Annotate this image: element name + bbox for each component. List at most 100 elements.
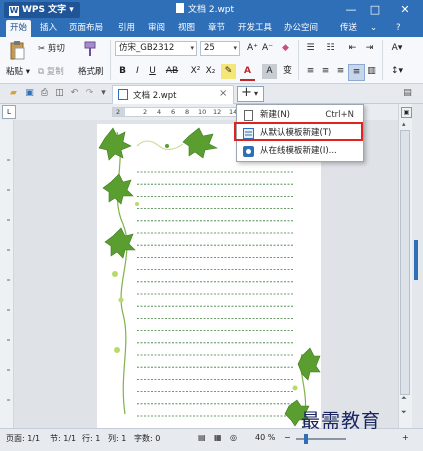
font-size-select[interactable]: 25 ▾ [200,41,240,56]
window-title-text: 文档 2.wpt [188,5,235,15]
bold-button[interactable]: B [115,64,130,79]
blank-document-icon [243,110,254,121]
zoom-out-button[interactable]: − [284,433,291,442]
side-panel-strip [412,104,423,428]
italic-button[interactable]: I [130,64,145,79]
redo-icon[interactable]: ↷ [82,86,97,101]
menu-references[interactable]: 引用 [114,20,139,37]
full-screen-view-icon[interactable]: ▦ [214,433,222,442]
superscript-button[interactable]: X² [188,64,203,79]
vertical-ruler[interactable] [0,120,14,428]
bullets-icon[interactable]: ☰ [303,41,318,56]
menu-office-space[interactable]: 办公空间 [280,20,322,37]
clear-format-icon[interactable]: ◆ [278,41,293,56]
font-color-button[interactable]: A [240,64,255,81]
vine-border-decoration [98,123,321,427]
menu-review[interactable]: 审阅 [144,20,169,37]
align-right-icon[interactable]: ≡ [333,64,348,79]
menu-item-label: 从在线模板新建(I)... [260,146,337,156]
tab-document[interactable]: 文档 2.wpt × [112,85,234,104]
zoom-slider[interactable] [296,434,346,444]
app-menu-button[interactable]: W WPS 文字 ▾ [4,2,80,18]
more-quick-access-icon[interactable]: ▾ [96,86,111,101]
tab-list-icon[interactable]: ▤ [400,86,415,101]
horizontal-ruler[interactable]: 2 2 4 6 8 10 12 14 [112,107,242,117]
new-document-button[interactable]: + ▾ [237,85,264,102]
menu-chapter[interactable]: 章节 [204,20,229,37]
numbering-icon[interactable]: ☷ [323,41,338,56]
prev-page-icon[interactable]: ⏶ [401,394,407,403]
ruler-toggle-icon[interactable]: ▣ [401,107,412,118]
highlight-icon[interactable]: ✎ [221,64,236,79]
ruler-tick: 2 [143,108,148,116]
print-icon[interactable]: ⎙ [37,86,52,101]
format-painter-icon [82,41,98,57]
minimize-button[interactable]: — [340,0,362,20]
ruler-tick: 2 [116,108,121,116]
line-spacing-icon[interactable]: ↕▾ [386,64,408,79]
scroll-up-icon[interactable]: ▴ [402,120,406,128]
web-view-icon[interactable]: ◎ [230,433,237,442]
ruler-tick: 6 [171,108,176,116]
increase-indent-icon[interactable]: ⇥ [362,41,377,56]
copy-button[interactable]: ⧉ 复制 [38,65,64,77]
status-section: 节: 1/1 [50,434,77,443]
menu-developer[interactable]: 开发工具 [234,20,276,37]
ribbon-divider [298,40,299,80]
scissors-icon: ✂ [38,44,46,54]
align-left-icon[interactable]: ≡ [303,64,318,79]
subscript-button[interactable]: X₂ [203,64,218,79]
annotation-highlight-box [234,122,363,141]
menu-home[interactable]: 开始 [6,20,32,37]
text-style-icon[interactable]: A▾ [386,41,408,56]
maximize-button[interactable]: □ [364,0,386,20]
menu-send[interactable]: 传送 [336,20,361,37]
ribbon-divider [110,40,111,80]
menu-insert[interactable]: 插入 [36,20,61,37]
app-name: WPS 文字 [22,5,67,15]
close-button[interactable]: ✕ [390,0,420,20]
tab-stop-selector[interactable]: L [2,105,16,119]
chevron-down-icon: ▾ [69,5,74,15]
font-name-select[interactable]: 仿宋_GB2312 ▾ [115,41,197,56]
format-painter-button[interactable]: 格式刷 [78,65,104,77]
zoom-level[interactable]: 40 % [255,433,275,442]
menu-page-layout[interactable]: 页面布局 [65,20,107,37]
tab-close-icon[interactable]: × [219,88,227,99]
zoom-in-button[interactable]: + [402,433,409,442]
phonetic-icon[interactable]: 变 [280,64,295,79]
paste-button[interactable]: 粘贴 ▾ [6,65,30,77]
justify-icon[interactable]: ≡ [348,64,365,81]
char-shading-button[interactable]: A [262,64,277,79]
cut-button[interactable]: ✂ 剪切 [38,42,65,54]
strikethrough-button[interactable]: AB [162,64,182,79]
open-folder-icon[interactable]: ▰ [6,86,21,101]
distribute-icon[interactable]: ▥ [364,64,379,79]
ruler-tick: 4 [157,108,162,116]
side-panel-tab[interactable] [414,240,418,280]
next-page-icon[interactable]: ⏷ [401,408,407,417]
chevron-down-icon: ▾ [254,89,259,98]
menu-bar: 开始 插入 页面布局 引用 审阅 视图 章节 开发工具 办公空间 传送 ⌄ ? [0,20,423,37]
help-icon[interactable]: ? [392,20,405,37]
scrollbar-thumb[interactable] [400,130,410,395]
grow-font-button[interactable]: A⁺ [245,41,260,56]
paste-icon[interactable] [8,41,26,61]
shrink-font-button[interactable]: A⁻ [260,41,275,56]
menu-view[interactable]: 视图 [174,20,199,37]
zoom-slider-thumb[interactable] [304,434,308,444]
undo-icon[interactable]: ↶ [67,86,82,101]
menu-item-new-from-online-template[interactable]: 从在线模板新建(I)... [238,143,362,160]
underline-button[interactable]: U [145,64,160,79]
copy-icon: ⧉ [38,67,45,77]
print-preview-icon[interactable]: ◫ [52,86,67,101]
document-page[interactable] [97,123,321,428]
save-icon[interactable]: ▣ [22,86,37,101]
status-word-count[interactable]: 字数: 0 [134,433,160,444]
collapse-ribbon-icon[interactable]: ⌄ [366,20,381,37]
align-center-icon[interactable]: ≡ [318,64,333,79]
decrease-indent-icon[interactable]: ⇤ [345,41,360,56]
document-icon [118,89,128,100]
status-page[interactable]: 页面: 1/1 [6,433,40,444]
page-view-icon[interactable]: ▤ [198,433,206,442]
